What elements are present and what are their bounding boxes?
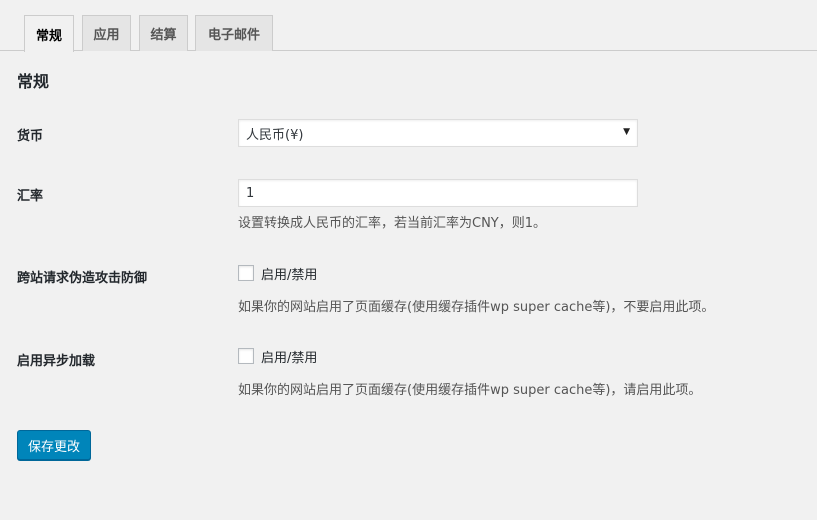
save-button[interactable]: 保存更改 [17,430,91,460]
rate-description: 设置转换成人民币的汇率，若当前汇率为CNY，则1。 [238,216,547,231]
csrf-checkbox[interactable] [238,265,254,281]
rate-input[interactable] [238,179,638,207]
currency-label: 货币 [17,129,44,144]
section-title: 常规 [17,72,50,91]
rate-label: 汇率 [17,189,44,204]
async-label: 启用异步加载 [17,354,96,369]
async-description: 如果你的网站启用了页面缓存(使用缓存插件wp super cache等)，请启用… [238,383,702,398]
tab-settlement[interactable]: 结算 [139,15,188,51]
tab-email[interactable]: 电子邮件 [195,15,273,51]
async-checkbox-label[interactable]: 启用/禁用 [261,347,317,366]
csrf-description: 如果你的网站启用了页面缓存(使用缓存插件wp super cache等)，不要启… [238,300,715,315]
currency-select[interactable]: 人民币(¥) ▼ [238,119,638,147]
csrf-label: 跨站请求伪造攻击防御 [17,271,148,286]
dropdown-arrow-icon: ▼ [623,127,630,137]
csrf-checkbox-label[interactable]: 启用/禁用 [261,264,317,283]
tab-bar: 常规 应用 结算 电子邮件 [0,0,817,52]
currency-selected-value: 人民币(¥) [246,127,304,143]
tab-general[interactable]: 常规 [24,15,74,52]
async-checkbox[interactable] [238,348,254,364]
tab-apps[interactable]: 应用 [82,15,131,51]
